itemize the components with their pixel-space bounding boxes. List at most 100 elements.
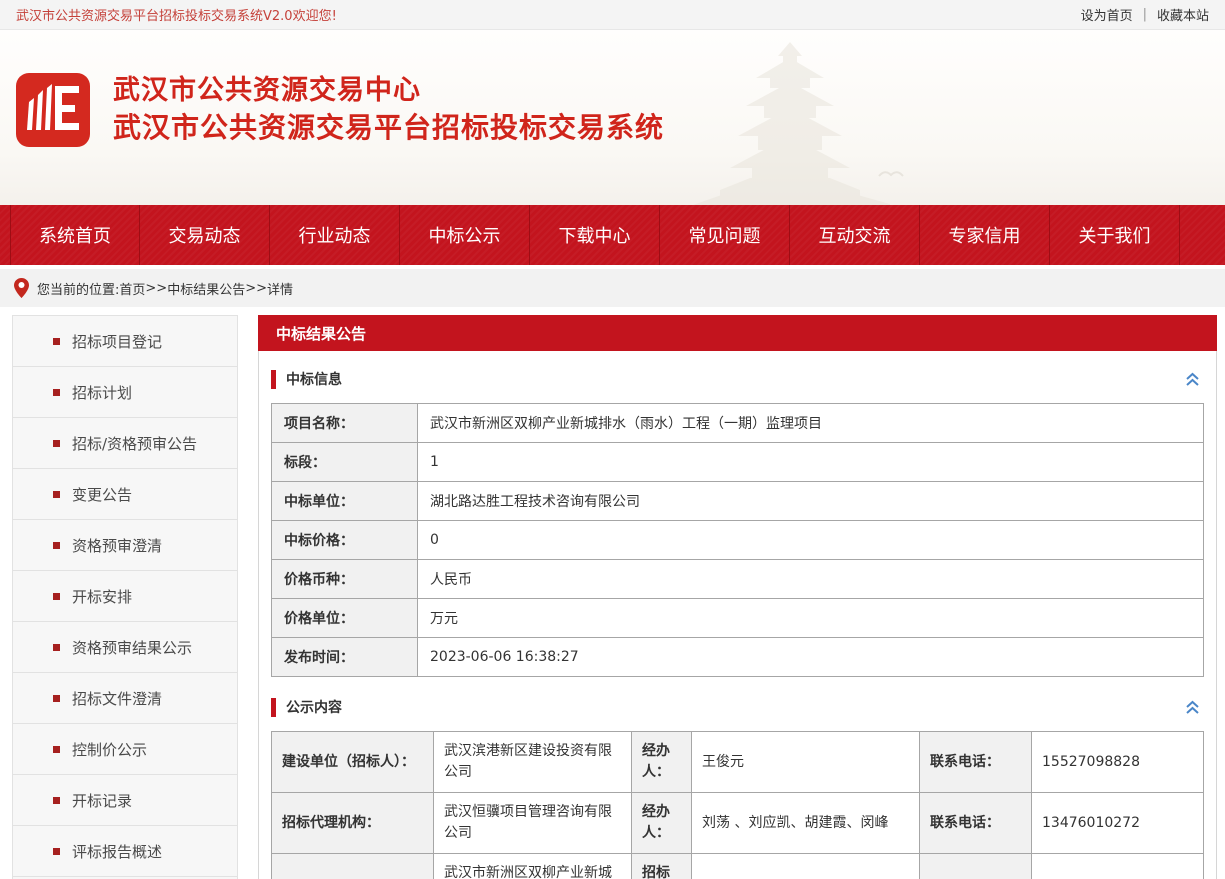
sidebar-item-control-price[interactable]: 控制价公示 (13, 724, 237, 775)
location-pin-icon (14, 278, 29, 298)
cell-label: 招标项目名称： (272, 854, 434, 879)
row-value: 武汉市新洲区双柳产业新城排水（雨水）工程（一期）监理项目 (418, 404, 1204, 443)
nav-item-winbid[interactable]: 中标公示 (400, 205, 530, 265)
table-row: 招标代理机构： 武汉恒骥项目管理咨询有限公司 经办人： 刘荡 、刘应凯、胡建霞、… (272, 793, 1204, 854)
site-logo (15, 72, 91, 148)
main-content: 中标结果公告 中标信息 项目名称：武汉市新洲区双柳产业新城排水（雨水）工程（一期… (258, 315, 1217, 879)
win-info-table: 项目名称：武汉市新洲区双柳产业新城排水（雨水）工程（一期）监理项目 标段：1 中… (271, 403, 1204, 677)
sidebar-item-label: 招标/资格预审公告 (72, 433, 197, 454)
row-value: 0 (418, 521, 1204, 560)
table-row: 项目名称：武汉市新洲区双柳产业新城排水（雨水）工程（一期）监理项目 (272, 404, 1204, 443)
sidebar-item-label: 招标文件澄清 (72, 688, 162, 709)
bullet-icon (53, 644, 60, 651)
nav-item-download[interactable]: 下载中心 (530, 205, 660, 265)
bullet-icon (53, 542, 60, 549)
nav-item-industry[interactable]: 行业动态 (270, 205, 400, 265)
sidebar-item-prequal-clarify[interactable]: 资格预审澄清 (13, 520, 237, 571)
site-header: 武汉市公共资源交易中心 武汉市公共资源交易平台招标投标交易系统 (0, 30, 1225, 205)
section-win-info: 中标信息 (271, 365, 1204, 393)
sidebar-item-doc-clarify[interactable]: 招标文件澄清 (13, 673, 237, 724)
nav-item-trade[interactable]: 交易动态 (140, 205, 270, 265)
sidebar-item-label: 资格预审澄清 (72, 535, 162, 556)
main-nav: 系统首页 交易动态 行业动态 中标公示 下载中心 常见问题 互动交流 专家信用 … (0, 205, 1225, 265)
sidebar-item-label: 招标计划 (72, 382, 132, 403)
row-label: 项目名称： (272, 404, 418, 443)
sidebar-item-opening-record[interactable]: 开标记录 (13, 775, 237, 826)
welcome-text: 武汉市公共资源交易平台招标投标交易系统V2.0欢迎您! (16, 5, 337, 24)
breadcrumb-current: 详情 (267, 279, 293, 298)
collapse-chevron-icon[interactable] (1185, 699, 1204, 715)
cell-label: 联系电话： (920, 793, 1032, 854)
cell-label: 经办人： (632, 732, 692, 793)
nav-item-interact[interactable]: 互动交流 (790, 205, 920, 265)
set-homepage-link[interactable]: 设为首页 (1081, 5, 1133, 24)
section-publicity-content: 公示内容 (271, 693, 1204, 721)
breadcrumb-prefix: 您当前的位置: (37, 279, 119, 298)
sidebar-item-label: 开标记录 (72, 790, 132, 811)
cell-value: 王俊元 (692, 732, 920, 793)
bullet-icon (53, 695, 60, 702)
cell-label: 标段号： (920, 854, 1032, 879)
table-row: 招标项目名称： 武汉市新洲区双柳产业新城排水（雨水）工程（一期）监理项目 招标编… (272, 854, 1204, 879)
cell-label: 建设单位（招标人）： (272, 732, 434, 793)
sidebar-item-bid-opening-schedule[interactable]: 开标安排 (13, 571, 237, 622)
nav-item-expert[interactable]: 专家信用 (920, 205, 1050, 265)
section-title: 公示内容 (286, 697, 1185, 717)
sidebar-item-label: 招标项目登记 (72, 331, 162, 352)
cell-value: 202305061235130321 (692, 854, 920, 879)
org-title: 武汉市公共资源交易中心 (113, 73, 664, 109)
bullet-icon (53, 389, 60, 396)
cell-value: 1 (1032, 854, 1204, 879)
sidebar-item-label: 控制价公示 (72, 739, 147, 760)
row-value: 2023-06-06 16:38:27 (418, 638, 1204, 677)
table-row: 发布时间：2023-06-06 16:38:27 (272, 638, 1204, 677)
row-value: 湖北路达胜工程技术咨询有限公司 (418, 482, 1204, 521)
cell-value: 武汉恒骥项目管理咨询有限公司 (434, 793, 632, 854)
collapse-chevron-icon[interactable] (1185, 371, 1204, 387)
bullet-icon (53, 491, 60, 498)
row-value: 万元 (418, 599, 1204, 638)
breadcrumb: 您当前的位置: 首页 >> 中标结果公告 >> 详情 (0, 269, 1225, 307)
cell-value: 15527098828 (1032, 732, 1204, 793)
row-value: 人民币 (418, 560, 1204, 599)
publicity-table: 建设单位（招标人）： 武汉滨港新区建设投资有限公司 经办人： 王俊元 联系电话：… (271, 731, 1204, 879)
sidebar-item-prequal-announcement[interactable]: 招标/资格预审公告 (13, 418, 237, 469)
sidebar-item-project-register[interactable]: 招标项目登记 (13, 316, 237, 367)
row-label: 中标价格： (272, 521, 418, 560)
cell-label: 招标编号： (632, 854, 692, 879)
table-row: 价格单位：万元 (272, 599, 1204, 638)
sidebar-item-prequal-result[interactable]: 资格预审结果公示 (13, 622, 237, 673)
cell-label: 招标代理机构： (272, 793, 434, 854)
breadcrumb-home[interactable]: 首页 (119, 279, 145, 298)
section-accent-bar (271, 370, 276, 389)
bullet-icon (53, 440, 60, 447)
sidebar-item-change-announcement[interactable]: 变更公告 (13, 469, 237, 520)
cell-value: 武汉滨港新区建设投资有限公司 (434, 732, 632, 793)
cell-label: 经办人： (632, 793, 692, 854)
system-title: 武汉市公共资源交易平台招标投标交易系统 (113, 109, 664, 147)
table-row: 建设单位（招标人）： 武汉滨港新区建设投资有限公司 经办人： 王俊元 联系电话：… (272, 732, 1204, 793)
bullet-icon (53, 746, 60, 753)
row-label: 价格单位： (272, 599, 418, 638)
sidebar-item-eval-report[interactable]: 评标报告概述 (13, 826, 237, 877)
nav-item-faq[interactable]: 常见问题 (660, 205, 790, 265)
table-row: 价格币种：人民币 (272, 560, 1204, 599)
row-label: 标段： (272, 443, 418, 482)
page-title: 中标结果公告 (258, 315, 1217, 351)
sidebar-item-bid-plan[interactable]: 招标计划 (13, 367, 237, 418)
favorite-site-link[interactable]: 收藏本站 (1157, 5, 1209, 24)
cell-value: 13476010272 (1032, 793, 1204, 854)
sidebar-item-label: 评标报告概述 (72, 841, 162, 862)
cell-label: 联系电话： (920, 732, 1032, 793)
bullet-icon (53, 848, 60, 855)
nav-item-about[interactable]: 关于我们 (1050, 205, 1180, 265)
bullet-icon (53, 338, 60, 345)
breadcrumb-sep2: >> (245, 281, 267, 296)
row-label: 中标单位： (272, 482, 418, 521)
nav-item-home[interactable]: 系统首页 (10, 205, 140, 265)
sidebar-item-label: 变更公告 (72, 484, 132, 505)
sidebar-item-label: 资格预审结果公示 (72, 637, 192, 658)
bullet-icon (53, 797, 60, 804)
breadcrumb-list[interactable]: 中标结果公告 (167, 279, 245, 298)
table-row: 标段：1 (272, 443, 1204, 482)
